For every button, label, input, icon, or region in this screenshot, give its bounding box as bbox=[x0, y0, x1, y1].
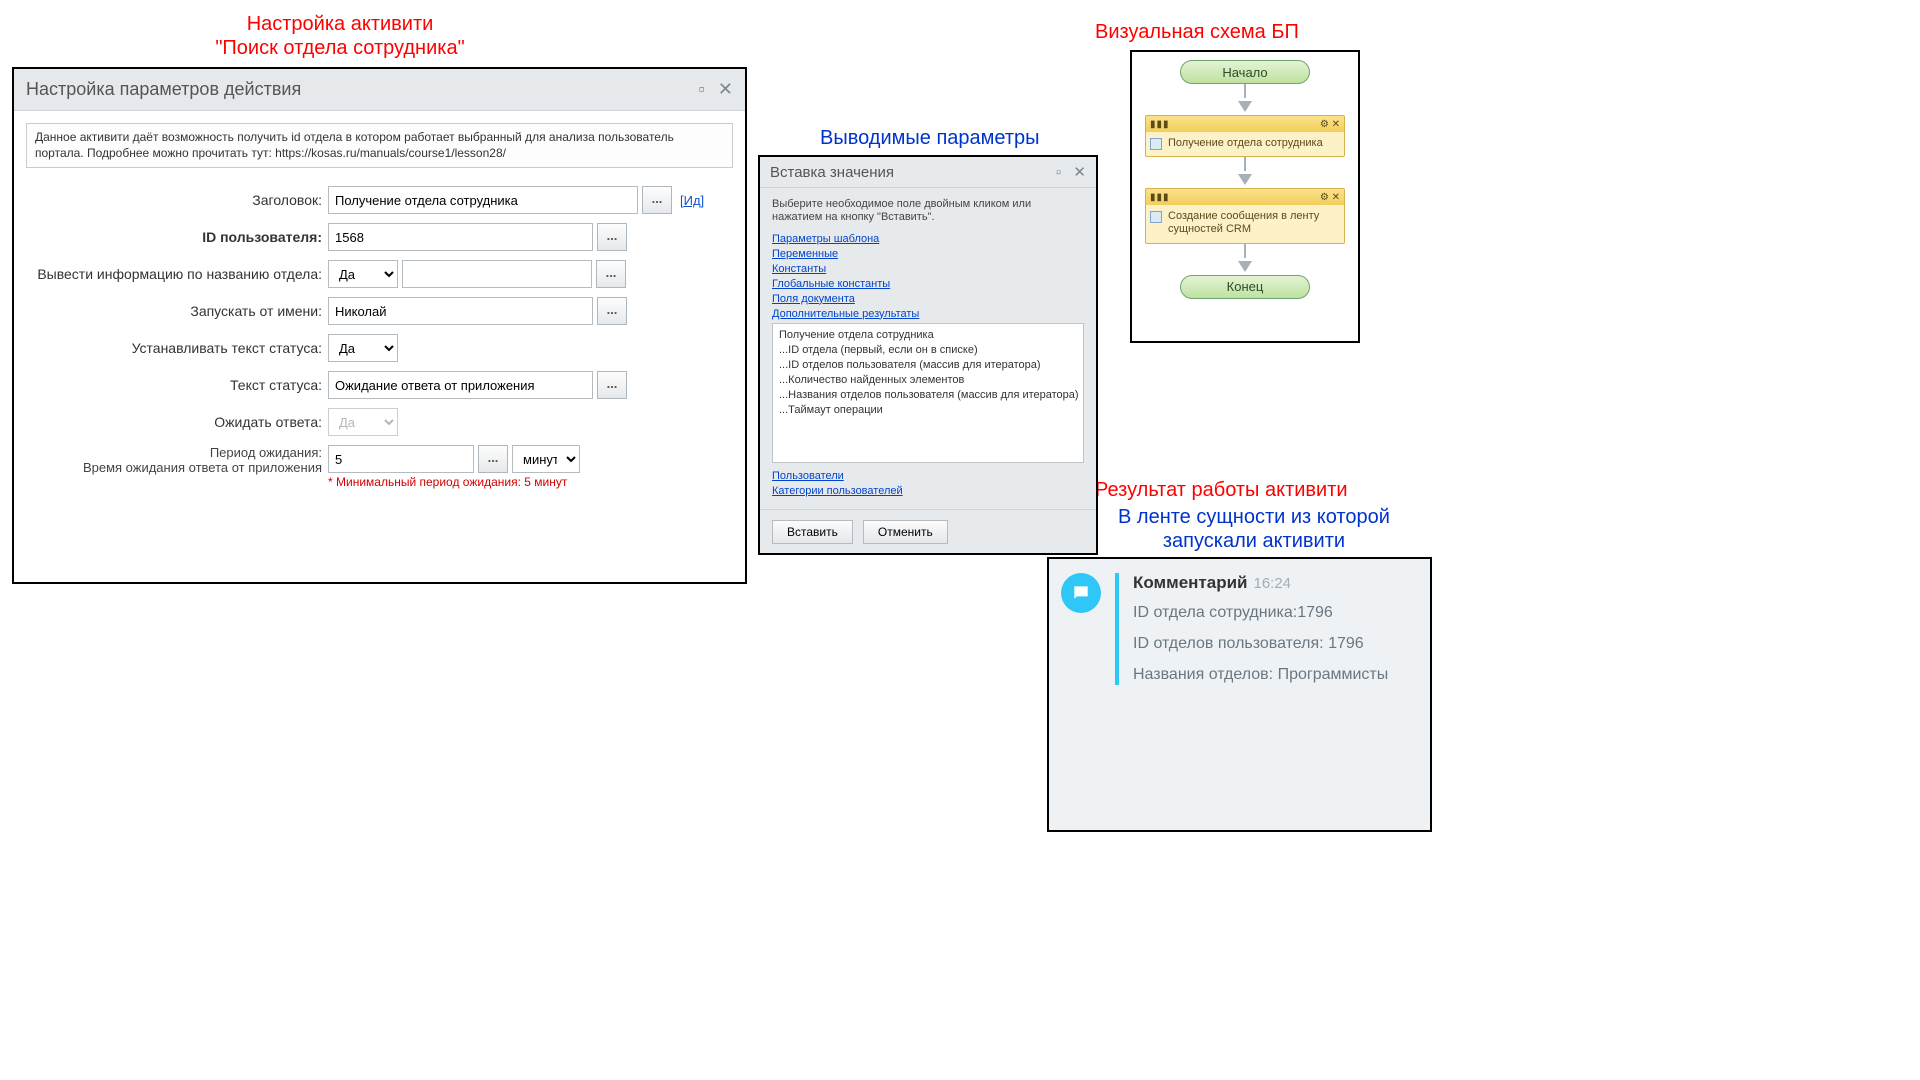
waitanswer-select: Да bbox=[328, 408, 398, 436]
link-extra-results[interactable]: Дополнительные результаты bbox=[772, 307, 1084, 322]
result-item[interactable]: ...Таймаут операции bbox=[779, 403, 1077, 418]
feed-line: Названия отделов: Программисты bbox=[1133, 665, 1388, 686]
results-listbox[interactable]: Получение отдела сотрудника ...ID отдела… bbox=[772, 323, 1084, 463]
callout-result-sub: В ленте сущности из которойзапускали акт… bbox=[1118, 505, 1390, 553]
activity-settings-dialog: Настройка параметров действия ▫ ✕ Данное… bbox=[12, 67, 747, 584]
comment-icon bbox=[1061, 573, 1101, 613]
feed-header: Комментарий bbox=[1133, 573, 1247, 593]
link-template-params[interactable]: Параметры шаблона bbox=[772, 232, 1084, 247]
result-item[interactable]: ...ID отделов пользователя (массив для и… bbox=[779, 358, 1077, 373]
deptname-select[interactable]: Да bbox=[328, 260, 398, 288]
feed-line: ID отдела сотрудника:1796 bbox=[1133, 603, 1388, 624]
minimize-icon[interactable]: ▫ bbox=[1056, 164, 1061, 181]
close-icon[interactable]: ✕ bbox=[1332, 119, 1340, 130]
title-picker-button[interactable]: ... bbox=[642, 186, 672, 214]
runas-input[interactable] bbox=[328, 297, 593, 325]
close-icon[interactable]: ✕ bbox=[718, 79, 733, 99]
bp-flow-diagram: Начало ▮▮▮⚙ ✕ Получение отдела сотрудник… bbox=[1130, 50, 1360, 343]
setstatus-select[interactable]: Да bbox=[328, 334, 398, 362]
waitperiod-unit-select[interactable]: минут bbox=[512, 445, 580, 473]
statustext-picker-button[interactable]: ... bbox=[597, 371, 627, 399]
label-runas: Запускать от имени: bbox=[28, 303, 328, 319]
statustext-input[interactable] bbox=[328, 371, 593, 399]
id-link[interactable]: [Ид] bbox=[680, 193, 704, 208]
bp-activity-get-dept[interactable]: ▮▮▮⚙ ✕ Получение отдела сотрудника bbox=[1145, 115, 1345, 157]
callout-output-params: Выводимые параметры bbox=[820, 126, 1040, 150]
result-item[interactable]: ...Названия отделов пользователя (массив… bbox=[779, 388, 1077, 403]
link-doc-fields[interactable]: Поля документа bbox=[772, 292, 1084, 307]
cancel-button[interactable]: Отменить bbox=[863, 520, 948, 544]
close-icon[interactable]: ✕ bbox=[1073, 164, 1086, 181]
bp-activity-label: Создание сообщения в ленту сущностей CRM bbox=[1168, 210, 1319, 235]
close-icon[interactable]: ✕ bbox=[1332, 192, 1340, 203]
link-user-categories[interactable]: Категории пользователей bbox=[772, 484, 1084, 499]
feed-time: 16:24 bbox=[1253, 575, 1291, 592]
waitperiod-hint: * Минимальный период ожидания: 5 минут bbox=[328, 475, 580, 489]
bp-start-node[interactable]: Начало bbox=[1180, 60, 1310, 84]
insert-dialog-title: Вставка значения bbox=[770, 164, 894, 181]
callout-bp-visual: Визуальная схема БП bbox=[1095, 20, 1299, 44]
label-userid: ID пользователя: bbox=[28, 229, 328, 245]
bp-activity-create-msg[interactable]: ▮▮▮⚙ ✕ Создание сообщения в ленту сущнос… bbox=[1145, 188, 1345, 243]
bp-activity-label: Получение отдела сотрудника bbox=[1168, 137, 1323, 149]
title-input[interactable] bbox=[328, 186, 638, 214]
label-setstatus: Устанавливать текст статуса: bbox=[28, 340, 328, 356]
label-deptname: Вывести информацию по названию отдела: bbox=[28, 266, 328, 282]
userid-picker-button[interactable]: ... bbox=[597, 223, 627, 251]
arrow-down-icon bbox=[1238, 101, 1252, 112]
activity-description: Данное активити даёт возможность получит… bbox=[26, 123, 733, 168]
result-feed-card: Комментарий 16:24 ID отдела сотрудника:17… bbox=[1047, 557, 1432, 832]
callout-result-title: Результат работы активити bbox=[1095, 478, 1348, 502]
label-title: Заголовок: bbox=[28, 192, 328, 208]
arrow-down-icon bbox=[1238, 174, 1252, 185]
minimize-icon[interactable]: ▫ bbox=[699, 79, 705, 99]
insert-link-group-top: Параметры шаблона Переменные Константы Г… bbox=[772, 232, 1084, 321]
label-statustext: Текст статуса: bbox=[28, 377, 328, 393]
dialog-title: Настройка параметров действия bbox=[26, 79, 301, 100]
dialog-header: Настройка параметров действия ▫ ✕ bbox=[14, 69, 745, 111]
label-waitanswer: Ожидать ответа: bbox=[28, 414, 328, 430]
deptname-picker-button[interactable]: ... bbox=[596, 260, 626, 288]
insert-value-dialog: Вставка значения ▫ ✕ Выберите необходимо… bbox=[758, 155, 1098, 555]
link-variables[interactable]: Переменные bbox=[772, 247, 1084, 262]
feed-line: ID отделов пользователя: 1796 bbox=[1133, 634, 1388, 655]
result-item[interactable]: ...Количество найденных элементов bbox=[779, 373, 1077, 388]
result-item[interactable]: Получение отдела сотрудника bbox=[779, 328, 1077, 343]
link-users[interactable]: Пользователи bbox=[772, 469, 1084, 484]
callout-activity-title: Настройка активити"Поиск отдела сотрудни… bbox=[140, 12, 540, 60]
label-waitperiod-sub: Время ожидания ответа от приложения bbox=[28, 460, 328, 475]
insert-button[interactable]: Вставить bbox=[772, 520, 853, 544]
deptname-extra-input[interactable] bbox=[402, 260, 592, 288]
activity-icon bbox=[1150, 138, 1162, 150]
waitperiod-picker-button[interactable]: ... bbox=[478, 445, 508, 473]
activity-icon bbox=[1150, 211, 1162, 223]
waitperiod-input[interactable] bbox=[328, 445, 474, 473]
runas-picker-button[interactable]: ... bbox=[597, 297, 627, 325]
result-item[interactable]: ...ID отдела (первый, если он в списке) bbox=[779, 343, 1077, 358]
arrow-down-icon bbox=[1238, 261, 1252, 272]
gear-icon[interactable]: ⚙ bbox=[1320, 192, 1329, 203]
gear-icon[interactable]: ⚙ bbox=[1320, 119, 1329, 130]
link-global-constants[interactable]: Глобальные константы bbox=[772, 277, 1084, 292]
insert-hint: Выберите необходимое поле двойным кликом… bbox=[772, 198, 1084, 224]
link-constants[interactable]: Константы bbox=[772, 262, 1084, 277]
bp-end-node[interactable]: Конец bbox=[1180, 275, 1310, 299]
userid-input[interactable] bbox=[328, 223, 593, 251]
insert-link-group-bottom: Пользователи Категории пользователей bbox=[772, 469, 1084, 499]
label-waitperiod: Период ожидания: bbox=[28, 445, 328, 460]
